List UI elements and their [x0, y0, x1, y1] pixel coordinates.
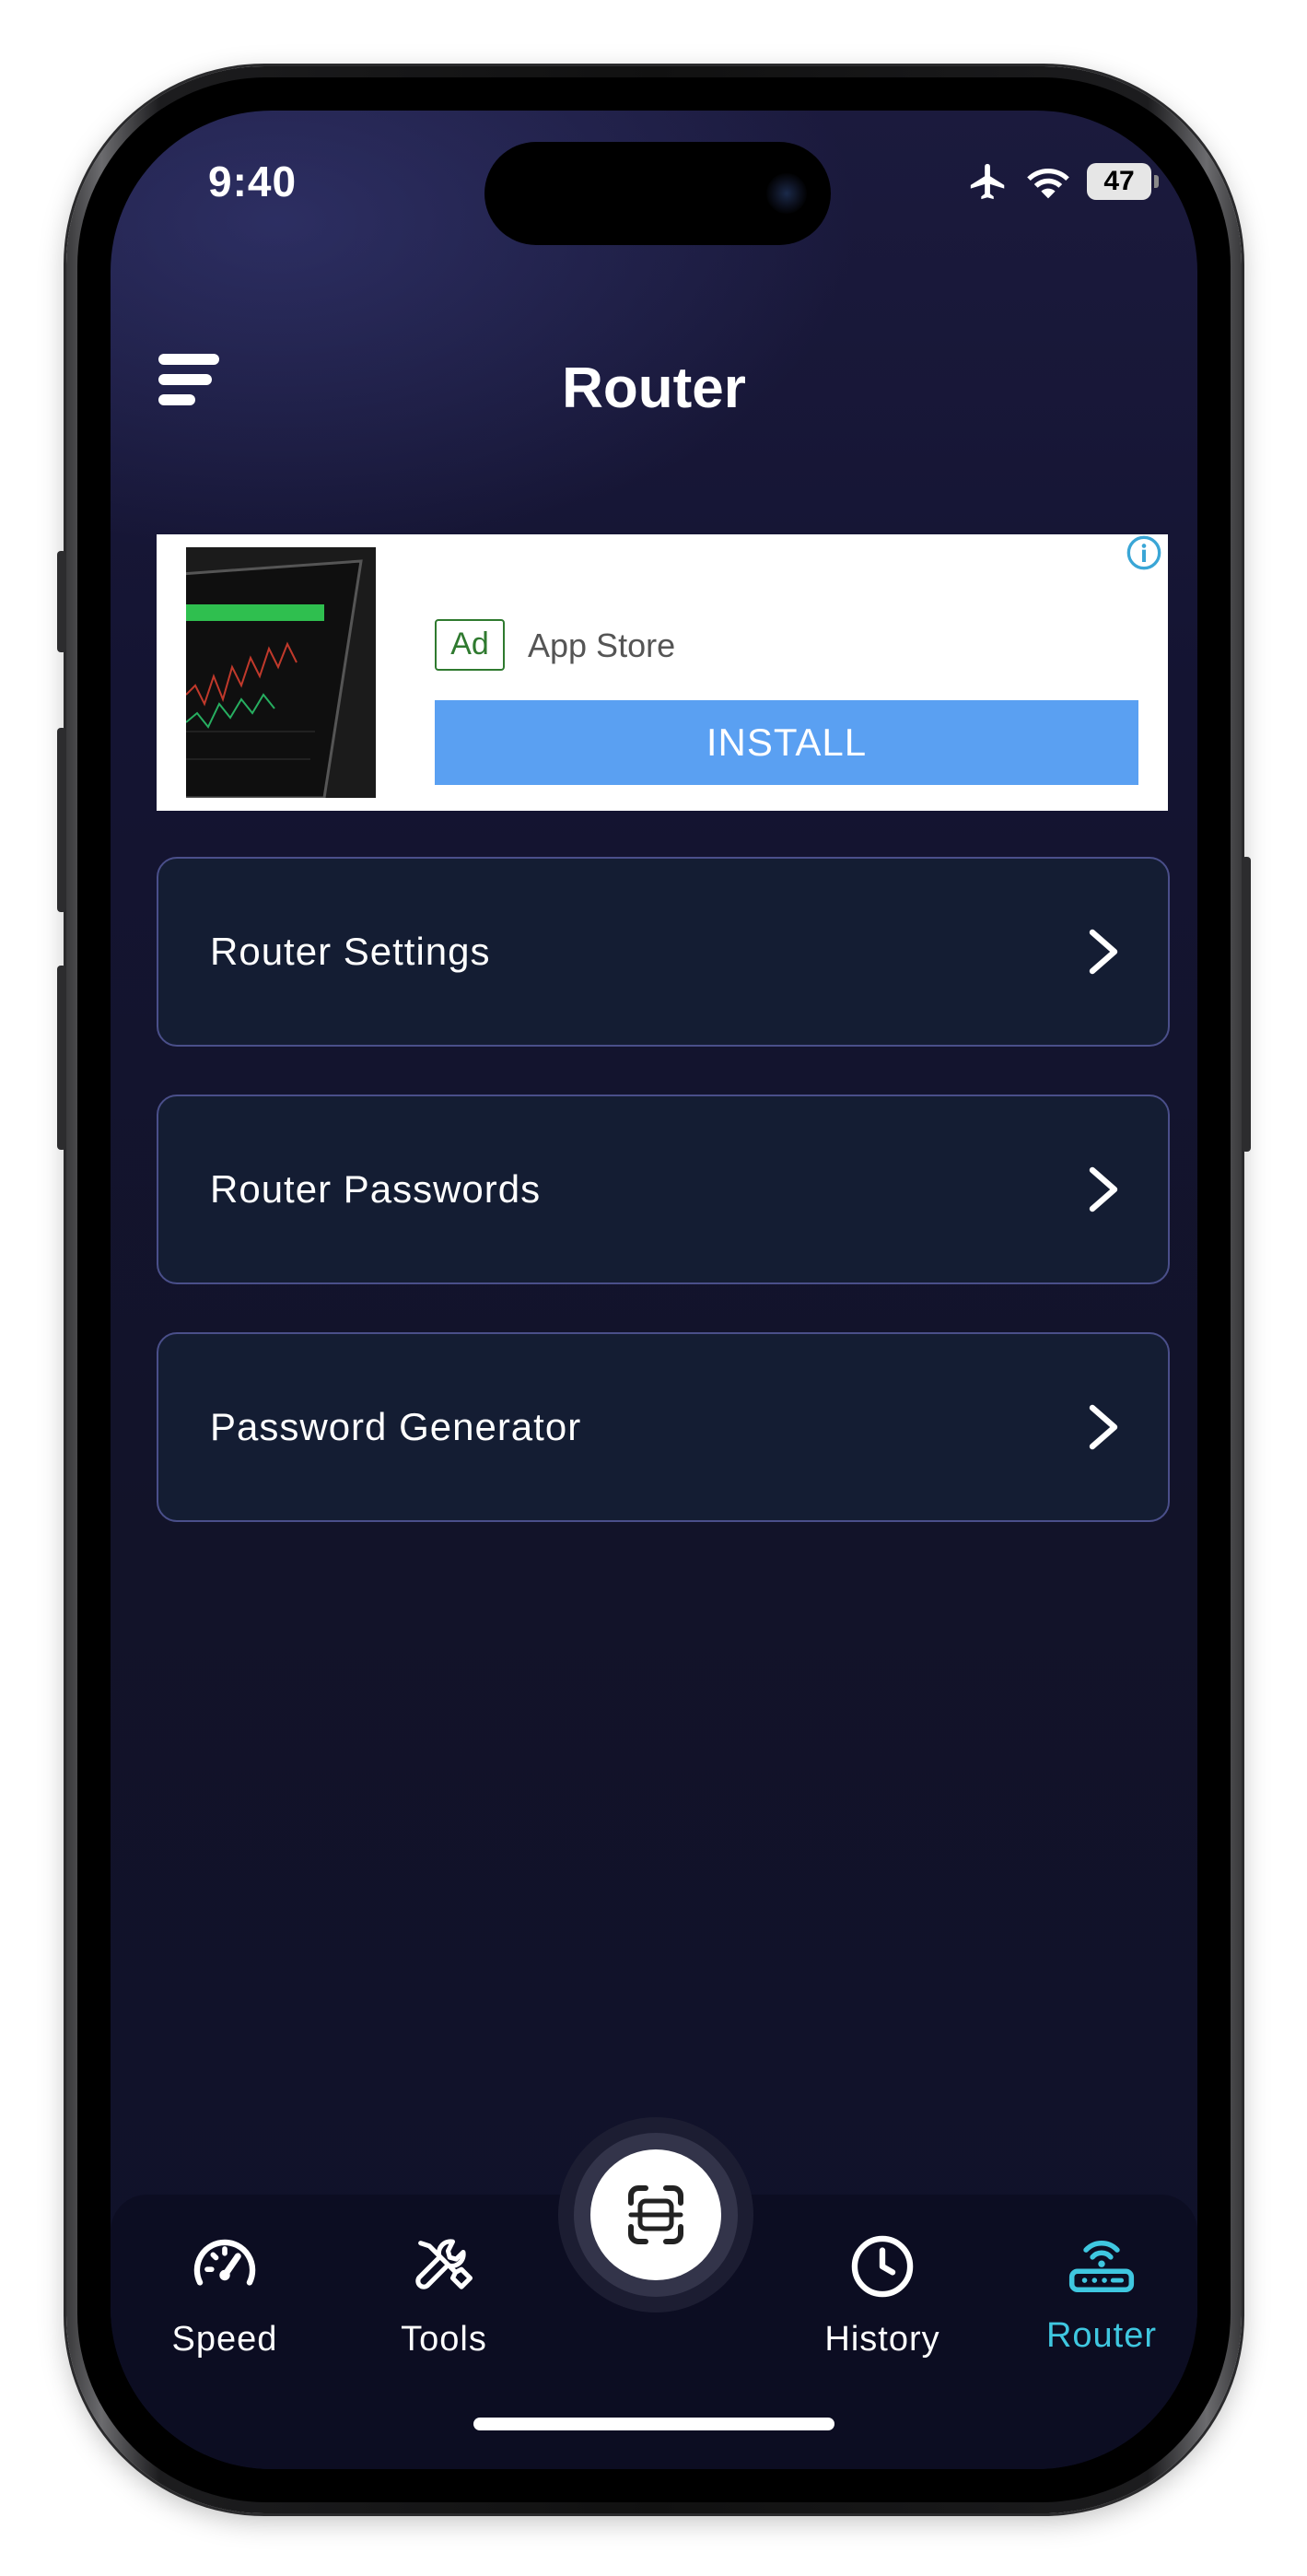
- chevron-right-icon: [1089, 1404, 1118, 1450]
- router-settings-row[interactable]: Router Settings: [157, 857, 1170, 1047]
- home-indicator[interactable]: [473, 2418, 834, 2430]
- clock-icon: [851, 2235, 914, 2298]
- power-button: [1242, 857, 1251, 1152]
- tab-history[interactable]: History: [790, 2231, 974, 2359]
- dynamic-island: [484, 142, 831, 245]
- tab-label: Speed: [171, 2320, 278, 2359]
- scan-button[interactable]: [574, 2133, 738, 2297]
- router-passwords-row[interactable]: Router Passwords: [157, 1095, 1170, 1284]
- ad-badge: Ad: [435, 619, 505, 671]
- status-time: 9:40: [208, 158, 298, 205]
- row-label: Router Settings: [210, 930, 491, 973]
- tab-tools[interactable]: Tools: [352, 2231, 536, 2359]
- page-title: Router: [562, 357, 746, 420]
- ad-banner[interactable]: Ad App Store INSTALL: [157, 534, 1168, 811]
- chevron-right-icon: [1089, 1166, 1118, 1212]
- wifi-icon: [1027, 169, 1069, 199]
- volume-down-button: [57, 966, 66, 1150]
- install-button[interactable]: INSTALL: [435, 700, 1138, 785]
- airplane-icon: [970, 163, 1005, 200]
- status-icons: 47: [967, 160, 1159, 203]
- scan-icon: [628, 2185, 683, 2244]
- info-icon[interactable]: [1126, 534, 1162, 571]
- ad-source: App Store: [528, 626, 676, 664]
- volume-up-button: [57, 728, 66, 912]
- ad-image[interactable]: [186, 547, 376, 798]
- scan-button-face: [590, 2149, 721, 2280]
- tab-label: Router: [1045, 2316, 1158, 2355]
- speedometer-icon: [193, 2239, 256, 2286]
- password-generator-row[interactable]: Password Generator: [157, 1332, 1170, 1522]
- tab-speed[interactable]: Speed: [133, 2231, 317, 2359]
- tab-router[interactable]: Router: [1009, 2228, 1194, 2356]
- row-label: Password Generator: [210, 1405, 582, 1448]
- app-screen: 9:40 47 Router Ad App Store INSTALL Rout…: [111, 111, 1197, 2469]
- tab-label: History: [824, 2320, 940, 2359]
- router-icon: [1068, 2241, 1135, 2292]
- chevron-right-icon: [1089, 929, 1118, 975]
- row-label: Router Passwords: [210, 1167, 542, 1211]
- front-camera: [766, 173, 807, 214]
- action-button: [57, 551, 66, 652]
- tools-icon: [415, 2239, 473, 2289]
- battery-icon: 47: [1087, 163, 1159, 200]
- tab-label: Tools: [401, 2320, 487, 2359]
